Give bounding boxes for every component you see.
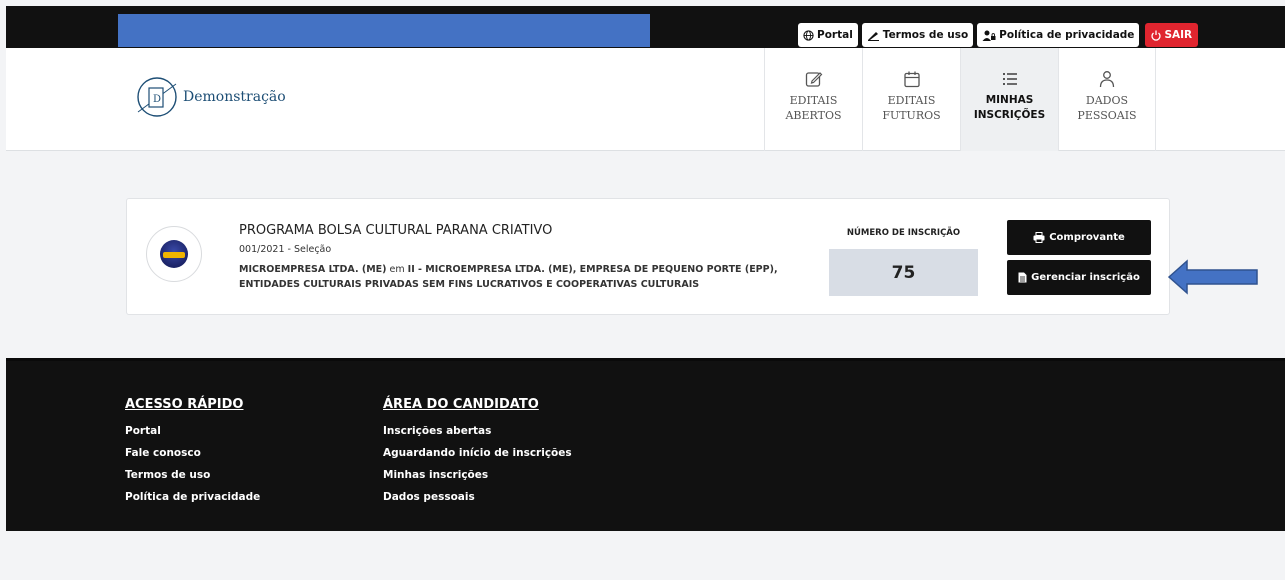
site-logo[interactable]: D Demonstração (134, 76, 286, 118)
nav-label: PESSOAIS (1077, 109, 1137, 122)
footer-link-awaiting[interactable]: Aguardando início de inscrições (383, 442, 572, 464)
program-logo-image (160, 240, 188, 268)
footer-link-personal-data[interactable]: Dados pessoais (383, 486, 572, 508)
footer-link-contact[interactable]: Fale conosco (125, 442, 260, 464)
inscription-number: 75 (829, 249, 978, 296)
footer-link-portal[interactable]: Portal (125, 420, 260, 442)
signature-icon (867, 31, 879, 41)
nav-label: FUTUROS (882, 109, 941, 122)
user-lock-icon (982, 30, 996, 41)
power-icon (1151, 30, 1162, 41)
inscription-category: MICROEMPRESA LTDA. (ME) em II - MICROEMP… (239, 262, 819, 292)
nav-editais-futuros[interactable]: EDITAIS FUTUROS (862, 48, 960, 151)
nav-label: ABERTOS (785, 109, 842, 122)
edital-number: 001/2021 - Seleção (239, 244, 332, 255)
footer-link-privacy[interactable]: Política de privacidade (125, 486, 260, 508)
top-links: Portal Termos de uso Política de privaci… (798, 23, 1199, 47)
site-header: D Demonstração EDITAIS ABERTOS EDITAIS F… (6, 48, 1285, 151)
main-nav: EDITAIS ABERTOS EDITAIS FUTUROS MINHAS I… (764, 48, 1156, 151)
nav-minhas-inscricoes[interactable]: MINHAS INSCRIÇÕES (960, 48, 1058, 151)
portal-link[interactable]: Portal (798, 23, 858, 47)
category-line-2: ENTIDADES CULTURAIS PRIVADAS SEM FINS LU… (239, 279, 700, 290)
list-icon (1002, 73, 1017, 85)
footer-quick-access: ACESSO RÁPIDO Portal Fale conosco Termos… (125, 397, 260, 508)
privacy-link[interactable]: Política de privacidade (977, 23, 1140, 47)
top-bar: Portal Termos de uso Política de privaci… (6, 6, 1285, 48)
logo-text: Demonstração (183, 89, 286, 105)
logout-button[interactable]: SAIR (1145, 23, 1199, 47)
nav-label: MINHAS (985, 94, 1034, 106)
manage-inscription-button[interactable]: Gerenciar inscrição (1007, 260, 1151, 295)
receipt-button[interactable]: Comprovante (1007, 220, 1151, 255)
manage-button-label: Gerenciar inscrição (1031, 272, 1140, 283)
inscription-number-label: NÚMERO DE INSCRIÇÃO (829, 217, 978, 249)
logo-emblem-icon: D (137, 77, 177, 117)
edit-icon (805, 72, 822, 87)
terms-link[interactable]: Termos de uso (861, 23, 974, 47)
category-connector: em (389, 264, 405, 275)
nav-label: INSCRIÇÕES (973, 109, 1046, 121)
footer-link-terms[interactable]: Termos de uso (125, 464, 260, 486)
svg-text:D: D (153, 94, 161, 105)
portal-link-label: Portal (817, 29, 853, 41)
category-name: MICROEMPRESA LTDA. (ME) (239, 264, 387, 275)
inscription-card: PROGRAMA BOLSA CULTURAL PARANA CRIATIVO … (126, 198, 1170, 315)
calendar-icon (903, 71, 920, 88)
inscription-number-box: NÚMERO DE INSCRIÇÃO 75 (829, 217, 978, 296)
user-icon (1099, 71, 1115, 88)
printer-icon (1033, 232, 1045, 243)
category-line: II - MICROEMPRESA LTDA. (ME), EMPRESA DE… (407, 264, 778, 275)
annotation-arrow-icon (1167, 259, 1258, 295)
footer-candidate-area-title: ÁREA DO CANDIDATO (383, 397, 539, 412)
receipt-button-label: Comprovante (1049, 232, 1125, 243)
footer-quick-access-title: ACESSO RÁPIDO (125, 397, 244, 412)
nav-dados-pessoais[interactable]: DADOS PESSOAIS (1058, 48, 1156, 151)
nav-label: DADOS (1085, 94, 1129, 107)
nav-label: EDITAIS (789, 94, 838, 107)
nav-editais-abertos[interactable]: EDITAIS ABERTOS (764, 48, 862, 151)
nav-label: EDITAIS (887, 94, 936, 107)
program-title: PROGRAMA BOLSA CULTURAL PARANA CRIATIVO (239, 223, 553, 238)
terms-link-label: Termos de uso (882, 29, 969, 41)
footer-candidate-area: ÁREA DO CANDIDATO Inscrições abertas Agu… (383, 397, 572, 508)
redacted-area (118, 14, 650, 47)
footer-link-my-inscriptions[interactable]: Minhas inscrições (383, 464, 572, 486)
globe-icon (803, 29, 814, 41)
program-logo (146, 226, 202, 282)
document-icon (1018, 272, 1027, 283)
privacy-link-label: Política de privacidade (999, 29, 1135, 41)
logout-label: SAIR (1164, 29, 1193, 41)
site-footer: ACESSO RÁPIDO Portal Fale conosco Termos… (6, 358, 1285, 531)
footer-link-open-inscriptions[interactable]: Inscrições abertas (383, 420, 572, 442)
